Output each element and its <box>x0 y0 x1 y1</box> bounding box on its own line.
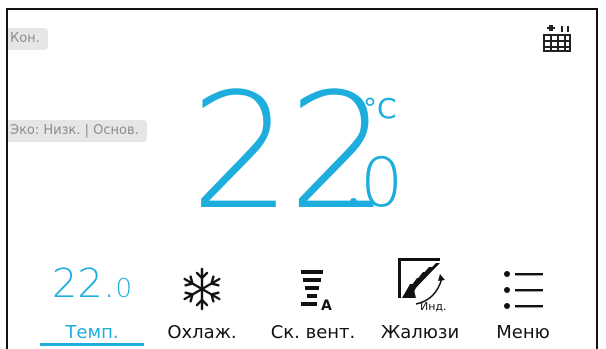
tab-fan-speed[interactable]: A Ск. вент. <box>258 258 368 349</box>
tab-menu[interactable]: Меню <box>482 258 564 349</box>
fan-speed-auto-icon: A <box>301 270 332 312</box>
tab-cooling[interactable]: Охлаж. <box>152 258 252 349</box>
eco-pill[interactable]: Эко: Низк. | Основ. <box>8 120 147 142</box>
temperature-unit: °C <box>363 92 397 125</box>
menu-list-icon <box>504 271 543 309</box>
tab-menu-label: Меню <box>496 322 550 343</box>
temperature-decimal-dot <box>350 198 357 205</box>
svg-text:Инд.: Инд. <box>420 300 447 312</box>
current-temperature-frac: 0 <box>360 144 404 223</box>
tab-fan-speed-label: Ск. вент. <box>270 322 356 343</box>
tab-temp-label: Темп. <box>65 322 119 343</box>
current-temperature-int: 22 <box>190 58 390 245</box>
tab-temp-value: 22.0 <box>51 261 133 307</box>
tab-cooling-label: Охлаж. <box>167 322 237 343</box>
mode-pill[interactable]: Кон. <box>8 28 48 50</box>
svg-text:A: A <box>321 298 332 312</box>
schedule-grid-icon[interactable] <box>541 22 573 52</box>
tab-louver-label: Жалюзи <box>380 322 460 343</box>
tab-louver[interactable]: Инд. Жалюзи <box>372 258 468 349</box>
louver-icon: Инд. <box>398 258 447 312</box>
snowflake-icon <box>183 267 221 311</box>
active-tab-indicator <box>40 343 144 346</box>
tab-temp[interactable]: 22.0 Темп. <box>40 258 144 349</box>
